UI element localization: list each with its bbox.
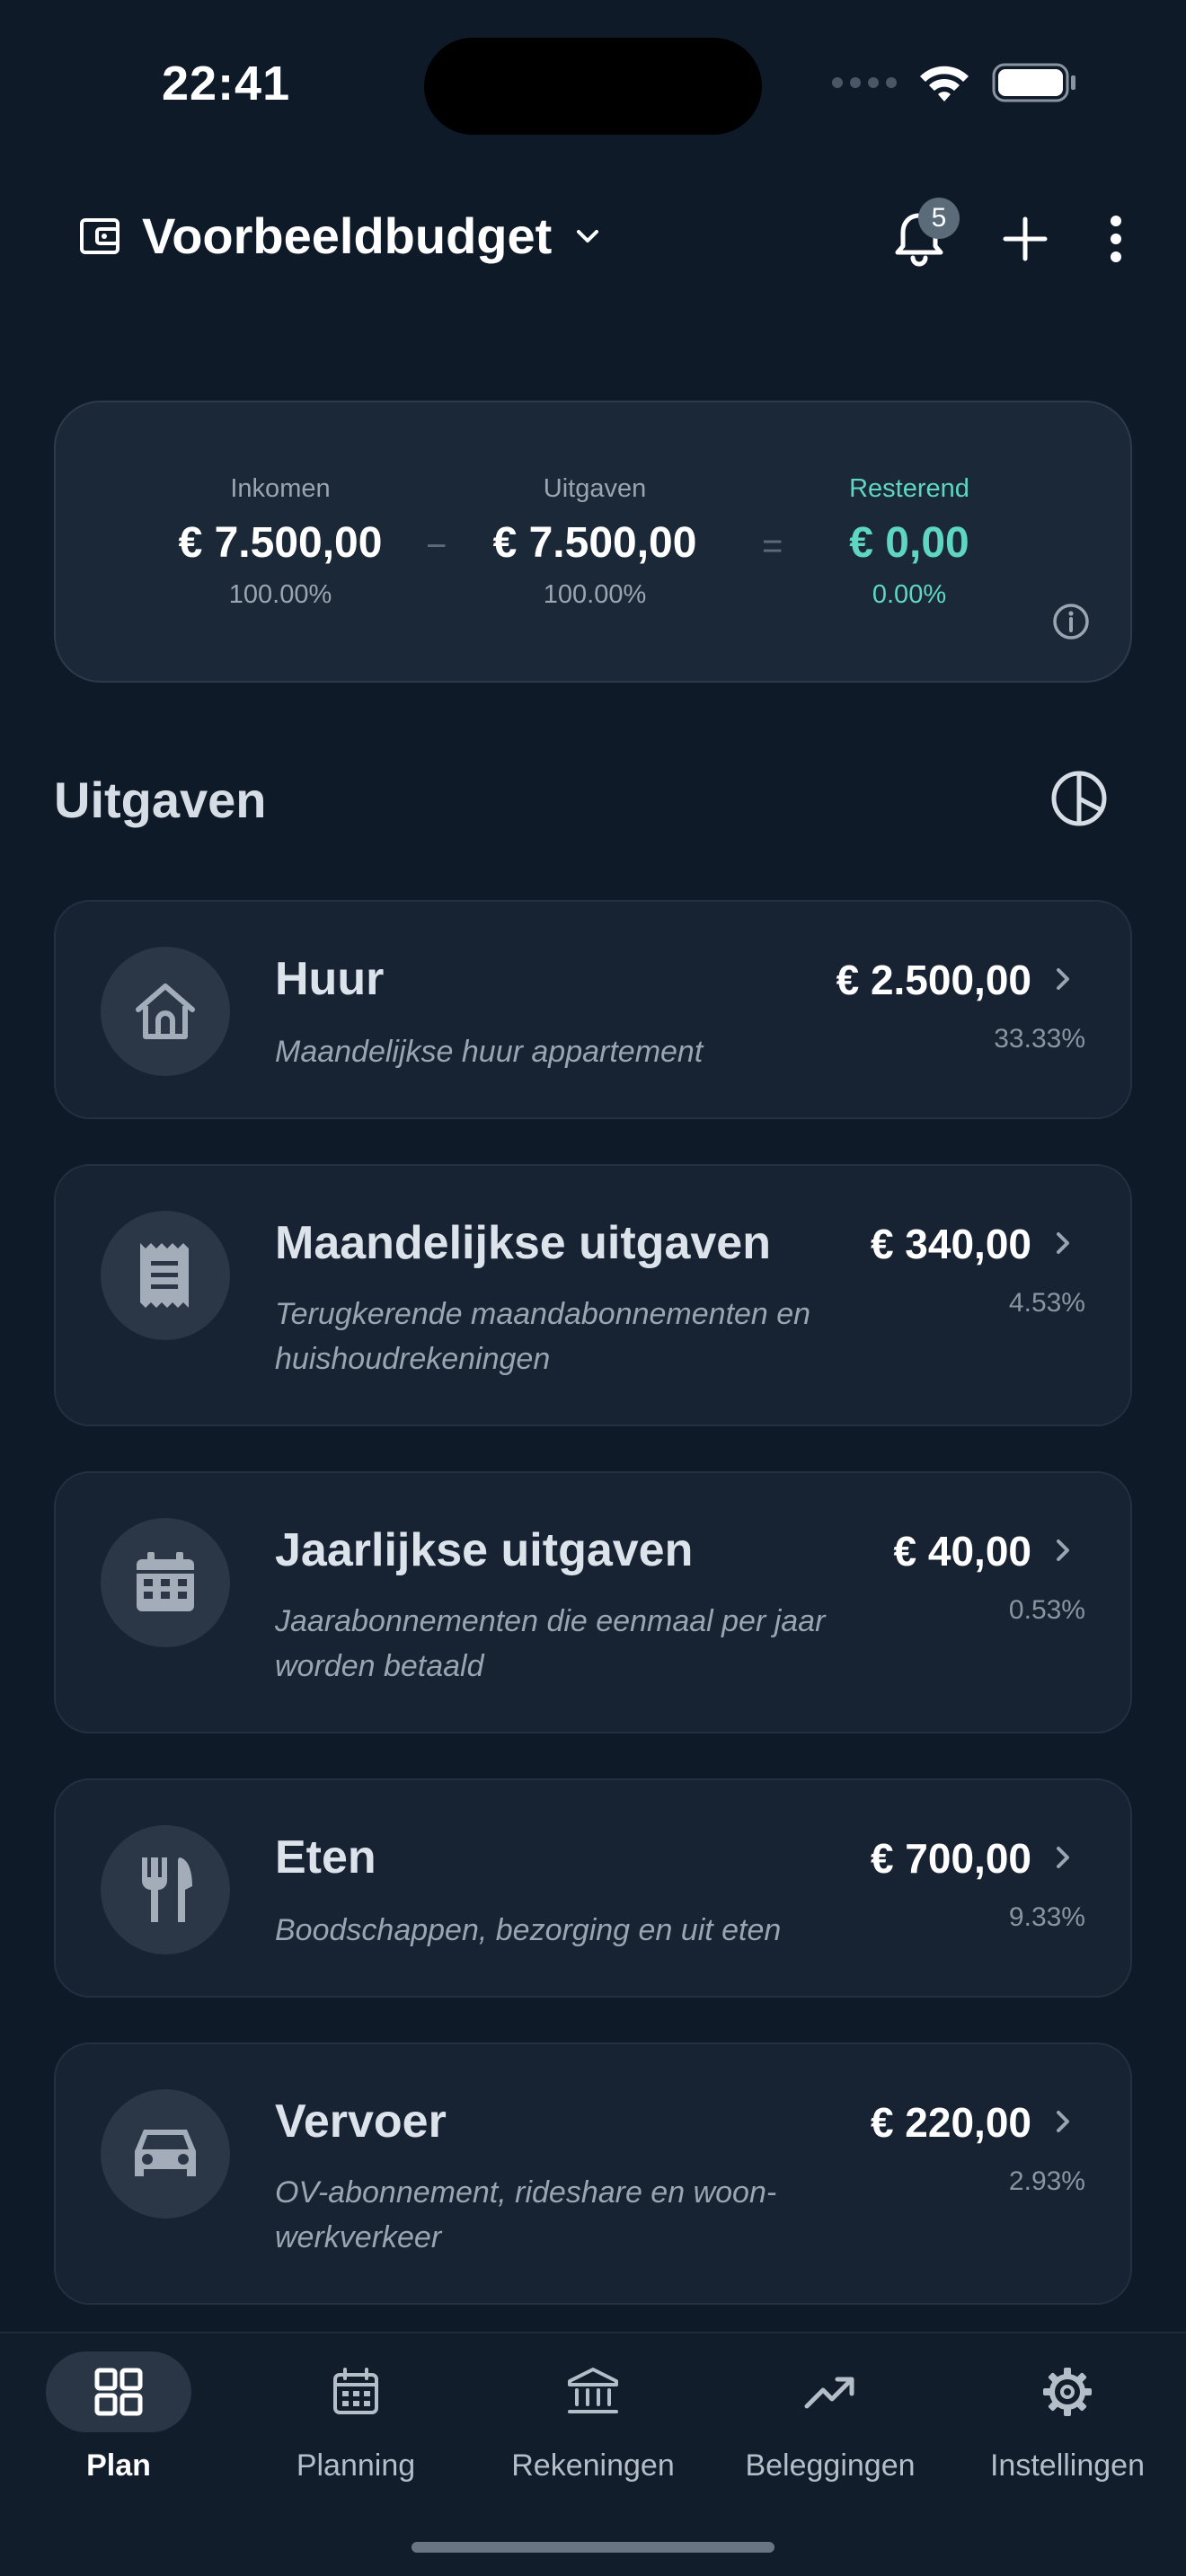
- bottom-navigation: Plan Planning Rekeningen Beleggingen Ins…: [0, 2332, 1186, 2576]
- nav-label: Plan: [86, 2448, 151, 2483]
- battery-icon: [992, 63, 1075, 102]
- category-icon-badge: [101, 1211, 230, 1340]
- category-pct: 4.53%: [1008, 1288, 1085, 1318]
- income-pct: 100.00%: [228, 580, 332, 609]
- expenses-pct: 100.00%: [543, 580, 647, 609]
- category-pct: 9.33%: [1008, 1902, 1085, 1932]
- category-title: Eten: [275, 1831, 376, 1883]
- income-amount: € 7.500,00: [178, 519, 383, 567]
- bank-icon: [568, 2368, 618, 2413]
- house-icon: [136, 984, 195, 1039]
- category-icon-badge: [101, 1518, 230, 1647]
- category-amount: € 340,00: [870, 1221, 1031, 1267]
- expenses-amount: € 7.500,00: [492, 519, 697, 567]
- budget-summary-card: Inkomen € 7.500,00 100.00% − Uitgaven € …: [54, 401, 1132, 683]
- nav-active-indicator: [46, 2351, 191, 2432]
- calendar-icon: [333, 2368, 378, 2414]
- section-title: Uitgaven: [54, 772, 267, 828]
- category-icon-badge: [101, 947, 230, 1076]
- status-indicators: [832, 61, 1078, 104]
- category-pct: 33.33%: [994, 1024, 1085, 1054]
- nav-item-plan[interactable]: Plan: [0, 2333, 237, 2513]
- category-description: Jaarabonnementen die eenmaal per jaar wo…: [275, 1604, 826, 1683]
- header-actions: 5: [866, 198, 1154, 275]
- expenses-label: Uitgaven: [543, 474, 647, 503]
- category-title: Vervoer: [275, 2095, 447, 2148]
- app-screen: 22:41 Voorbeeldbudget 5 Inkomen € 7.500,…: [0, 0, 1186, 2576]
- home-indicator: [412, 2542, 774, 2553]
- nav-label: Beleggingen: [745, 2448, 916, 2483]
- gear-icon: [1043, 2368, 1092, 2416]
- info-button[interactable]: [1051, 602, 1091, 646]
- category-card-maandelijkse-uitgaven[interactable]: Maandelijkse uitgaven Terugkerende maand…: [54, 1164, 1132, 1426]
- wifi-icon: [920, 66, 969, 101]
- category-pct: 0.53%: [1008, 1595, 1085, 1625]
- more-vertical-icon: [1111, 216, 1121, 262]
- chevron-right-icon: [1057, 968, 1069, 990]
- plus-icon: [1003, 216, 1048, 261]
- category-pct: 2.93%: [1008, 2166, 1085, 2196]
- add-button[interactable]: [972, 203, 1078, 275]
- chart-view-button[interactable]: [1049, 769, 1109, 833]
- nav-item-planning[interactable]: Planning: [237, 2333, 474, 2513]
- app-header: Voorbeeldbudget 5: [0, 180, 1186, 296]
- category-card-jaarlijkse-uitgaven[interactable]: Jaarlijkse uitgaven Jaarabonnementen die…: [54, 1471, 1132, 1734]
- equals-operator: =: [762, 526, 783, 566]
- chevron-right-icon: [1057, 1539, 1069, 1561]
- chevron-right-icon: [1057, 1847, 1069, 1868]
- category-title: Maandelijkse uitgaven: [275, 1217, 771, 1269]
- fork-knife-icon: [142, 1857, 192, 1922]
- chevron-down-icon: [577, 229, 599, 243]
- nav-item-instellingen[interactable]: Instellingen: [949, 2333, 1186, 2513]
- category-amount: € 40,00: [893, 1528, 1031, 1575]
- category-description: Boodschappen, bezorging en uit eten: [275, 1913, 782, 1947]
- pie-chart-icon: [1051, 771, 1107, 826]
- notification-count-badge: 5: [918, 198, 960, 239]
- category-description: Maandelijkse huur appartement: [275, 1035, 704, 1069]
- trending-up-icon: [804, 2377, 854, 2409]
- remaining-amount: € 0,00: [849, 519, 969, 567]
- nav-label: Planning: [296, 2448, 416, 2483]
- category-amount: € 220,00: [870, 2099, 1031, 2146]
- category-icon-badge: [101, 2089, 230, 2219]
- remaining-label: Resterend: [849, 474, 969, 503]
- nav-item-beleggingen[interactable]: Beleggingen: [712, 2333, 949, 2513]
- chevron-right-icon: [1057, 2111, 1069, 2132]
- receipt-icon: [140, 1243, 189, 1308]
- calendar-icon: [137, 1552, 194, 1611]
- chevron-right-icon: [1057, 1232, 1069, 1254]
- budget-title: Voorbeeldbudget: [142, 207, 553, 264]
- more-options-button[interactable]: [1078, 203, 1154, 275]
- info-icon: [1053, 604, 1089, 640]
- grid-icon: [94, 2368, 143, 2416]
- remaining-pct: 0.00%: [872, 580, 947, 609]
- budget-selector[interactable]: Voorbeeldbudget: [77, 207, 604, 265]
- wallet-icon: [80, 217, 119, 254]
- income-summary: Inkomen € 7.500,00 100.00%: [164, 474, 397, 610]
- cellular-signal-icon: [832, 77, 897, 88]
- status-time: 22:41: [162, 57, 291, 110]
- category-card-huur[interactable]: Huur Maandelijkse huur appartement € 2.5…: [54, 900, 1132, 1119]
- notifications-button[interactable]: 5: [866, 198, 972, 275]
- category-card-vervoer[interactable]: Vervoer OV-abonnement, rideshare en woon…: [54, 2042, 1132, 2305]
- category-amount: € 700,00: [870, 1835, 1031, 1882]
- nav-label: Instellingen: [989, 2448, 1145, 2483]
- nav-item-rekeningen[interactable]: Rekeningen: [474, 2333, 712, 2513]
- expenses-summary: Uitgaven € 7.500,00 100.00%: [478, 474, 712, 610]
- category-description: Terugkerende maandabonnementen en huisho…: [275, 1297, 811, 1376]
- minus-operator: −: [426, 526, 447, 566]
- remaining-summary: Resterend € 0,00 0.00%: [792, 474, 1026, 610]
- category-description: OV-abonnement, rideshare en woon-werkver…: [275, 2175, 777, 2254]
- income-label: Inkomen: [230, 474, 331, 503]
- dynamic-island: [424, 38, 762, 135]
- car-icon: [135, 2130, 196, 2176]
- category-title: Huur: [275, 953, 385, 1005]
- category-icon-badge: [101, 1825, 230, 1954]
- category-amount: € 2.500,00: [836, 957, 1031, 1003]
- nav-label: Rekeningen: [511, 2448, 675, 2483]
- category-title: Jaarlijkse uitgaven: [275, 1524, 694, 1576]
- category-card-eten[interactable]: Eten Boodschappen, bezorging en uit eten…: [54, 1778, 1132, 1998]
